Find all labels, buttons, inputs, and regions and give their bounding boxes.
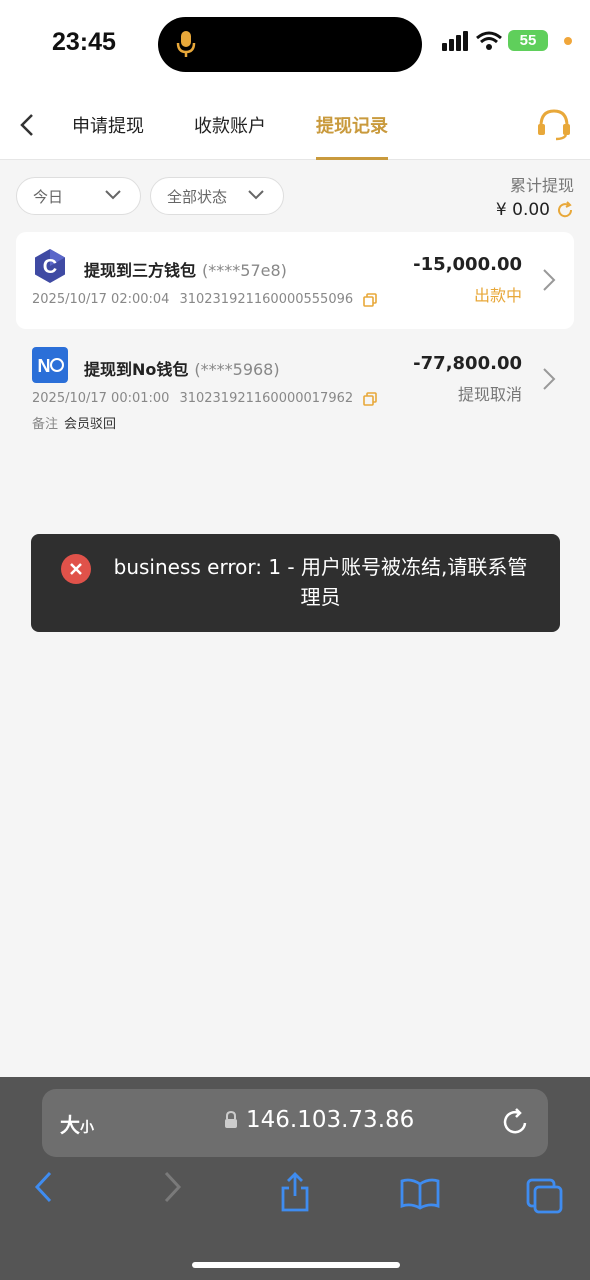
svg-text:C: C [43,256,57,278]
customer-service-icon[interactable] [536,106,572,142]
tab-apply-withdraw[interactable]: 申请提现 [72,112,144,160]
record-title: 提现到三方钱包 (****57e8) [84,261,287,280]
record-amount: -15,000.00 [413,254,522,275]
record-status: 出款中 [473,286,522,305]
tabs-icon[interactable] [526,1178,564,1214]
dynamic-island [158,17,422,72]
url-display[interactable]: 146.103.73.86 [224,1107,414,1133]
record-datetime: 2025/10/17 02:00:04 [32,292,170,307]
browser-forward-icon[interactable] [160,1170,184,1204]
remark-value: 会员驳回 [64,417,117,432]
microphone-icon [176,31,196,57]
filter-row: 今日 全部状态 累计提现 ¥ 0.00 [0,160,590,230]
status-bar: 23:45 55 [0,0,590,92]
wifi-icon [476,31,502,50]
chevron-down-icon [105,190,121,200]
address-bar[interactable]: 大小 146.103.73.86 [42,1089,548,1157]
record-remark: 备注 会员驳回 [32,417,117,432]
share-icon[interactable] [280,1172,310,1212]
top-nav: 申请提现 收款账户 提现记录 [0,92,590,160]
bookmarks-icon[interactable] [400,1178,440,1210]
total-withdraw-amount: ¥ 0.00 [496,200,574,220]
status-icons: 55 [442,30,572,51]
home-indicator [192,1262,400,1268]
record-status: 提现取消 [457,385,522,404]
masked-account: (****5968) [194,360,280,379]
copy-icon[interactable] [363,391,377,406]
masked-account: (****57e8) [202,261,287,280]
record-amount: -77,800.00 [413,353,522,374]
date-filter-dropdown[interactable]: 今日 [16,177,141,215]
reload-icon[interactable] [502,1107,530,1137]
record-meta: 2025/10/17 02:00:04 31023192116000055509… [32,292,377,307]
record-meta: 2025/10/17 00:01:00 31023192116000001796… [32,391,377,406]
chevron-right-icon [543,368,556,390]
privacy-dot [564,36,572,45]
record-order-id: 310231921160000017962 [179,391,354,406]
record-title: 提现到No钱包 (****5968) [84,360,280,379]
browser-back-icon[interactable] [32,1170,56,1204]
status-filter-dropdown[interactable]: 全部状态 [150,177,284,215]
tab-withdraw-records[interactable]: 提现记录 [316,112,388,160]
chevron-down-icon [248,190,264,200]
lock-icon [225,1111,237,1128]
third-party-wallet-logo: C [35,249,65,283]
chevron-right-icon [543,269,556,291]
clock: 23:45 [52,28,116,56]
withdraw-record-row[interactable]: C 提现到三方钱包 (****57e8) 2025/10/17 02:00:04 … [16,232,574,329]
refresh-icon[interactable] [556,201,574,219]
back-chevron-icon[interactable] [16,112,38,138]
withdraw-record-row[interactable]: N 提现到No钱包 (****5968) 2025/10/17 00:01:00 … [16,331,574,441]
copy-icon[interactable] [363,292,377,307]
record-datetime: 2025/10/17 00:01:00 [32,391,170,406]
no-wallet-logo: N [32,347,68,383]
error-icon [61,554,91,584]
svg-text:N: N [38,356,51,376]
total-withdraw-label: 累计提现 [509,176,574,195]
tab-payment-account[interactable]: 收款账户 [194,112,266,160]
error-toast: business error: 1 - 用户账号被冻结,请联系管理员 [31,534,560,632]
signal-icon [442,30,468,51]
text-size-button[interactable]: 大小 [60,1109,94,1138]
toast-message: business error: 1 - 用户账号被冻结,请联系管理员 [113,555,528,609]
battery-indicator: 55 [508,30,548,51]
record-order-id: 310231921160000555096 [179,292,354,307]
